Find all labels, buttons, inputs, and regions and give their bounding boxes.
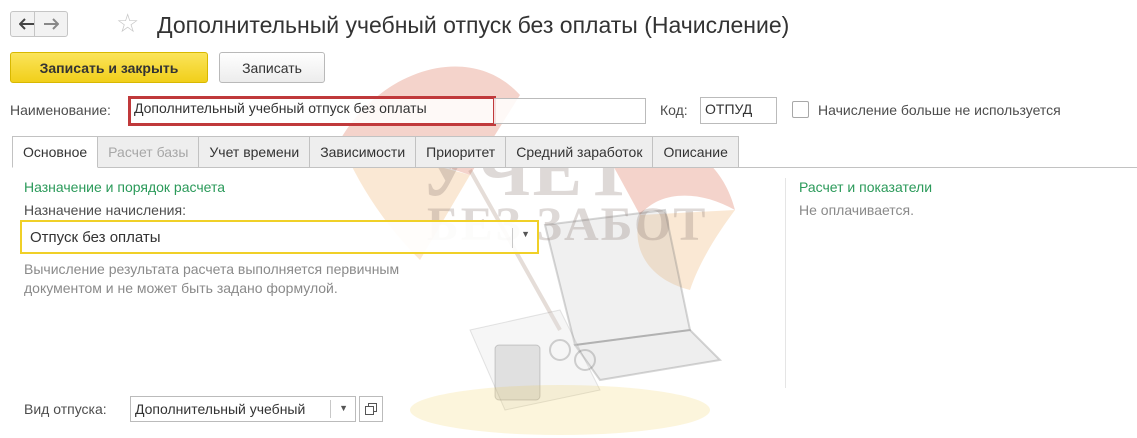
section-title-indicators: Расчет и показатели xyxy=(799,179,933,195)
not-used-checkbox[interactable] xyxy=(792,101,809,118)
name-label: Наименование: xyxy=(10,102,111,118)
chevron-down-icon[interactable]: ▼ xyxy=(339,403,348,413)
star-icon[interactable]: ☆ xyxy=(116,10,139,36)
name-field[interactable]: Дополнительный учебный отпуск без оплаты xyxy=(128,96,496,126)
column-divider xyxy=(785,178,786,388)
chevron-down-icon[interactable]: ▼ xyxy=(521,229,530,239)
code-label: Код: xyxy=(660,102,688,118)
name-field-extension[interactable] xyxy=(494,98,646,124)
calc-hint-line2: документом и не может быть задано формул… xyxy=(24,280,338,296)
tab-bar: Основное Расчет базы Учет времени Зависи… xyxy=(12,136,739,168)
leave-type-select-value: Дополнительный учебный xyxy=(135,401,306,417)
calc-hint-line1: Вычисление результата расчета выполняетс… xyxy=(24,261,400,277)
leave-type-select-separator xyxy=(330,400,331,418)
open-form-button[interactable] xyxy=(359,396,383,422)
save-button[interactable]: Записать xyxy=(219,52,325,83)
tab-priority[interactable]: Приоритет xyxy=(416,136,507,168)
purpose-select-separator xyxy=(512,228,513,248)
open-form-icon xyxy=(365,403,377,415)
tab-average-earnings[interactable]: Средний заработок xyxy=(506,136,654,168)
forward-button[interactable] xyxy=(34,11,68,37)
purpose-label: Назначение начисления: xyxy=(24,202,186,218)
arrow-right-icon xyxy=(44,18,59,30)
tab-main[interactable]: Основное xyxy=(12,136,99,168)
purpose-select-value: Отпуск без оплаты xyxy=(30,229,161,246)
not-used-label[interactable]: Начисление больше не используется xyxy=(818,102,1061,118)
payment-status: Не оплачивается. xyxy=(799,202,915,218)
purpose-select[interactable]: Отпуск без оплаты ▼ xyxy=(20,220,539,254)
leave-type-select[interactable]: Дополнительный учебный ▼ xyxy=(130,396,356,422)
window-title: Дополнительный учебный отпуск без оплаты… xyxy=(157,12,790,38)
section-title-purpose: Назначение и порядок расчета xyxy=(24,179,226,195)
leave-type-label: Вид отпуска: xyxy=(24,401,107,417)
tab-time-accounting[interactable]: Учет времени xyxy=(199,136,311,168)
tab-dependencies[interactable]: Зависимости xyxy=(310,136,417,168)
tab-description[interactable]: Описание xyxy=(653,136,739,168)
code-field[interactable]: ОТПУД xyxy=(700,97,777,124)
arrow-left-icon xyxy=(19,18,34,30)
save-and-close-button[interactable]: Записать и закрыть xyxy=(10,52,208,83)
tab-base-calculation[interactable]: Расчет базы xyxy=(98,136,200,168)
